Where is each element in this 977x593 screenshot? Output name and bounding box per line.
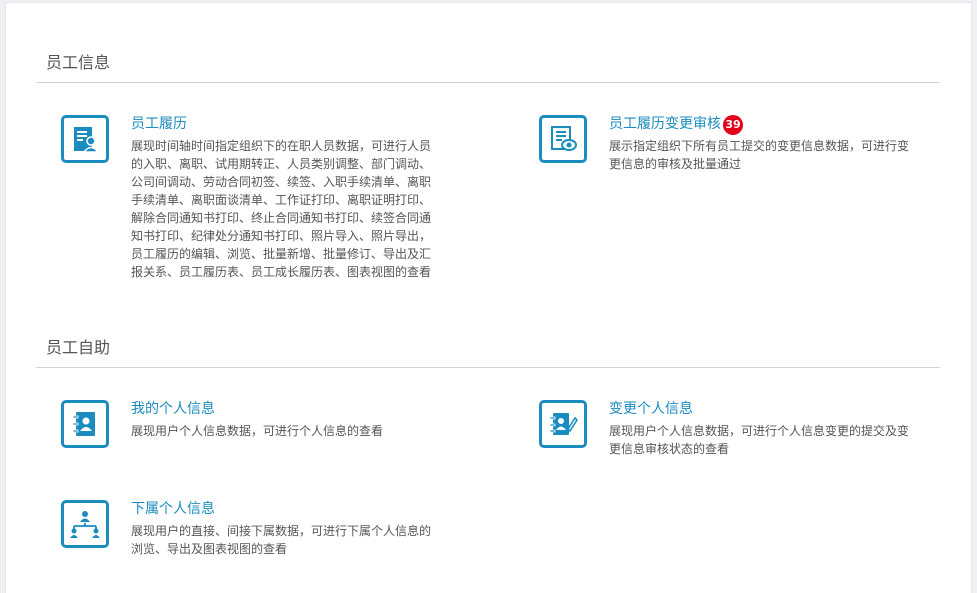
section-title-self-service: 员工自助 bbox=[46, 338, 111, 357]
card-title[interactable]: 员工履历变更审核 39 bbox=[609, 115, 743, 135]
card-description: 展现用户个人信息数据，可进行个人信息变更的提交及变更信息审核状态的查看 bbox=[609, 424, 910, 456]
card-title[interactable]: 员工履历 bbox=[131, 115, 187, 133]
card-description: 展示指定组织下所有员工提交的变更信息数据，可进行变更信息的审核及批量通过 bbox=[609, 139, 910, 171]
card-description: 展现用户个人信息数据，可进行个人信息的查看 bbox=[131, 424, 384, 438]
card-title[interactable]: 变更个人信息 bbox=[609, 400, 693, 418]
section-title-employee-info: 员工信息 bbox=[46, 53, 111, 72]
resume-person-icon bbox=[61, 115, 109, 163]
content-panel: 员工信息 员工履历 展现时间轴时间指定组织下的在职人员数据，可进行人员的入职、离… bbox=[5, 2, 972, 593]
card-title[interactable]: 我的个人信息 bbox=[131, 400, 215, 418]
document-review-eye-icon bbox=[539, 115, 587, 163]
pending-count-badge: 39 bbox=[723, 115, 743, 135]
section-divider bbox=[36, 82, 940, 83]
org-chart-icon bbox=[61, 500, 109, 548]
section-divider bbox=[36, 367, 940, 368]
card-description: 展现时间轴时间指定组织下的在职人员数据，可进行人员的入职、离职、试用期转正、人员… bbox=[131, 139, 432, 279]
contact-book-icon bbox=[61, 400, 109, 448]
contact-edit-icon bbox=[539, 400, 587, 448]
card-description: 展现用户的直接、间接下属数据，可进行下属个人信息的浏览、导出及图表视图的查看 bbox=[131, 524, 432, 556]
card-title[interactable]: 下属个人信息 bbox=[131, 500, 215, 518]
